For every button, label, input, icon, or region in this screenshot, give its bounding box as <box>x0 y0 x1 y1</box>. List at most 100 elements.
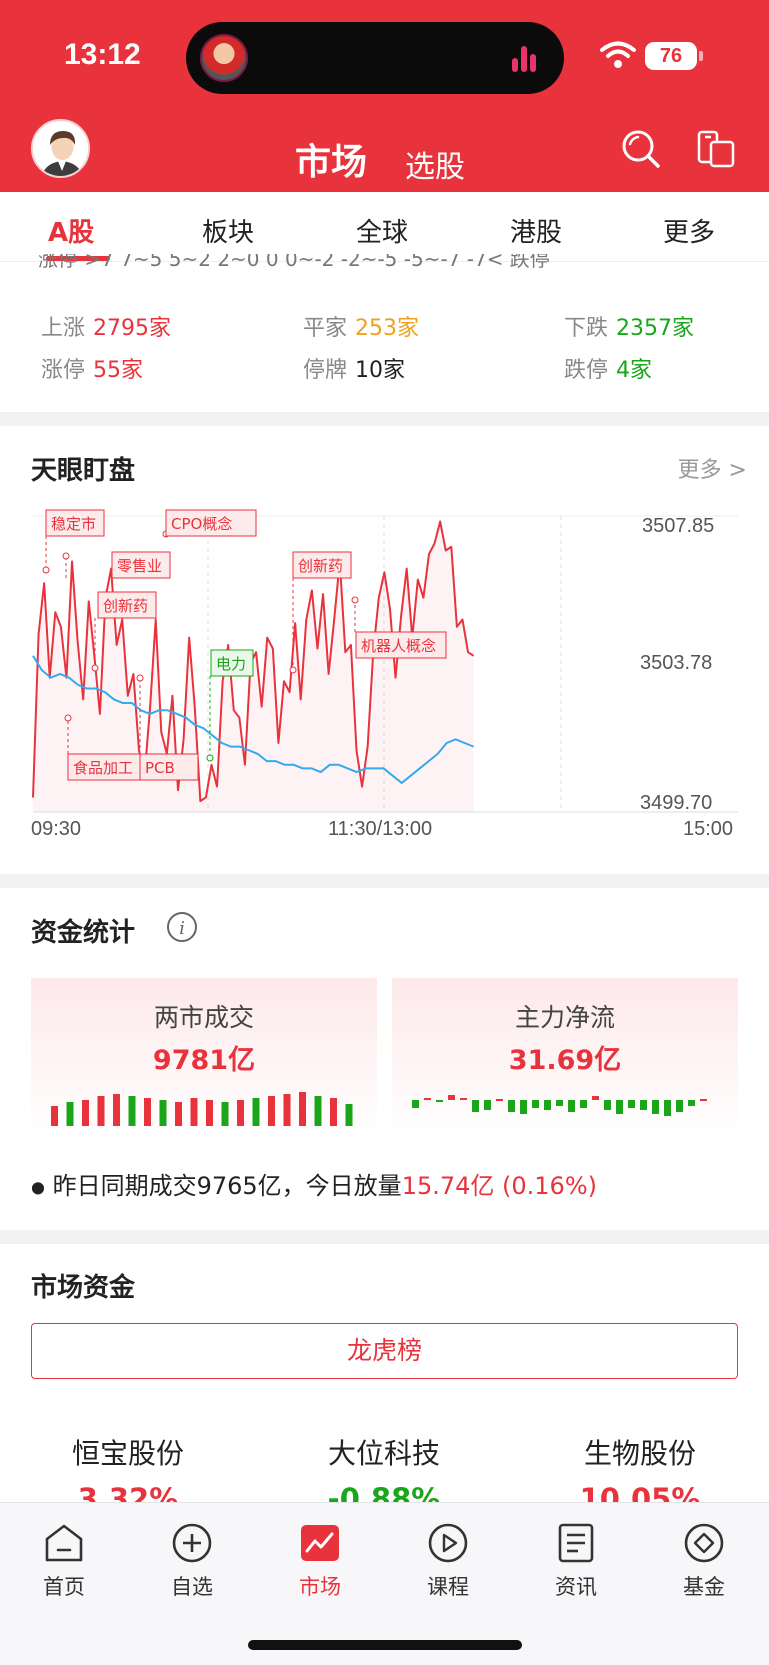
stat-limit-up: 涨停 55家 <box>41 358 144 383</box>
event-tag-dot <box>136 674 144 682</box>
stock-picker-tab[interactable]: 选股 <box>405 142 465 186</box>
y-tick-bottom: 3499.70 <box>640 792 713 814</box>
x-tick-open: 09:30 <box>31 818 82 840</box>
turnover-bar <box>128 1096 136 1126</box>
net-flow-bar <box>700 1099 707 1101</box>
info-icon[interactable]: i <box>166 911 198 943</box>
net-flow-bar <box>664 1100 671 1116</box>
nav-courses[interactable]: 课程 <box>398 1521 498 1601</box>
tab-a-share[interactable]: A股 <box>48 212 94 249</box>
fund-diamond-icon <box>684 1523 724 1563</box>
battery-tip <box>699 51 703 61</box>
add-circle-icon <box>172 1523 212 1563</box>
event-tag-label: 机器人概念 <box>361 637 436 655</box>
event-tag-label: 稳定市 <box>51 515 96 533</box>
turnover-bar <box>345 1104 353 1126</box>
wifi-icon <box>600 41 636 68</box>
svg-text:i: i <box>179 918 185 939</box>
distribution-labels: 涨停 >7 7~5 5~2 2~0 0 0~-2 -2~-5 -5~-7 -7<… <box>38 254 550 271</box>
turnover-box[interactable]: 两市成交 9781亿 <box>31 978 377 1138</box>
net-flow-bar <box>628 1100 635 1108</box>
home-icon <box>45 1524 83 1562</box>
turnover-bar <box>51 1106 58 1126</box>
net-flow-bar <box>496 1099 503 1101</box>
news-icon <box>558 1523 594 1563</box>
search-icon[interactable] <box>620 128 662 170</box>
y-tick-top: 3507.85 <box>642 515 715 537</box>
tab-global[interactable]: 全球 <box>356 212 408 249</box>
turnover-bar <box>66 1102 74 1126</box>
net-flow-box[interactable]: 主力净流 31.69亿 <box>392 978 738 1138</box>
bullet: ● <box>31 1177 45 1197</box>
switch-device-icon[interactable] <box>695 128 737 170</box>
net-flow-label: 主力净流 <box>514 1003 615 1032</box>
turnover-bar <box>299 1092 306 1126</box>
turnover-bar <box>314 1096 322 1126</box>
dragon-tiger-list-button[interactable]: 龙虎榜 <box>31 1323 738 1379</box>
event-tag-label: PCB <box>145 759 175 777</box>
tab-sector[interactable]: 板块 <box>202 212 254 249</box>
user-avatar[interactable] <box>31 119 90 178</box>
turnover-bar <box>190 1098 198 1126</box>
status-time: 13:12 <box>64 38 141 71</box>
event-tag-label: 电力 <box>216 655 246 673</box>
turnover-bar <box>113 1094 120 1126</box>
market-chart-icon <box>301 1525 339 1561</box>
nav-fund[interactable]: 基金 <box>654 1521 754 1601</box>
monitor-more-link[interactable]: 更多 > <box>678 452 747 484</box>
net-flow-bar <box>436 1100 443 1102</box>
net-flow-bar <box>424 1098 431 1100</box>
net-flow-bar <box>604 1100 611 1110</box>
tab-more[interactable]: 更多 <box>663 212 715 249</box>
battery-indicator: 76 <box>645 42 697 70</box>
turnover-value: 9781亿 <box>152 1045 256 1076</box>
event-tag-label: 创新药 <box>103 597 148 615</box>
market-funds-title: 市场资金 <box>31 1273 136 1303</box>
net-flow-bar <box>484 1100 491 1110</box>
turnover-bar <box>97 1096 105 1126</box>
turnover-bar <box>283 1094 291 1126</box>
turnover-bar <box>175 1102 182 1126</box>
net-flow-bar <box>544 1100 551 1110</box>
nav-home[interactable]: 首页 <box>14 1521 114 1601</box>
audio-bars-icon <box>512 44 542 72</box>
stock-name: 大位科技 <box>327 1437 440 1470</box>
monitor-title: 天眼盯盘 <box>31 456 136 486</box>
net-flow-bar <box>688 1100 695 1106</box>
net-flow-value: 31.69亿 <box>508 1045 622 1076</box>
turnover-bar <box>82 1100 89 1126</box>
turnover-label: 两市成交 <box>153 1003 254 1032</box>
page-title: 市场 <box>295 142 368 183</box>
tab-hk[interactable]: 港股 <box>510 212 562 249</box>
stat-up: 上涨 2795家 <box>41 316 172 341</box>
net-flow-bar <box>508 1100 515 1112</box>
nav-news[interactable]: 资讯 <box>526 1521 626 1601</box>
funds-title: 资金统计 <box>31 918 136 948</box>
net-flow-bar <box>520 1100 527 1114</box>
stat-suspended: 停牌 10家 <box>303 358 406 383</box>
turnover-bar <box>268 1096 275 1126</box>
event-tag-label: 零售业 <box>117 557 162 575</box>
net-flow-bar <box>616 1100 623 1114</box>
turnover-bar <box>221 1102 229 1126</box>
net-flow-bar <box>580 1100 587 1108</box>
y-tick-mid: 3503.78 <box>640 652 713 674</box>
net-flow-bar <box>460 1098 467 1100</box>
net-flow-bar <box>412 1100 419 1108</box>
turnover-bar <box>252 1098 260 1126</box>
turnover-bar <box>330 1098 337 1126</box>
net-flow-bar <box>448 1095 455 1100</box>
volume-note: ● 昨日同期成交9765亿，今日放量15.74亿 (0.16%) <box>31 1172 597 1200</box>
nav-watchlist[interactable]: 自选 <box>142 1521 242 1601</box>
net-flow-bar <box>556 1100 563 1106</box>
event-tag-dot <box>64 714 72 722</box>
event-tag-dot <box>91 664 99 672</box>
nav-market[interactable]: 市场 <box>270 1521 370 1601</box>
net-flow-bar <box>532 1100 539 1108</box>
live-activity-avatar <box>200 34 248 82</box>
event-tag-dot <box>351 596 359 604</box>
net-flow-bar <box>640 1100 647 1110</box>
net-flow-bars <box>412 1095 707 1116</box>
x-tick-close: 15:00 <box>683 818 734 840</box>
play-circle-icon <box>428 1523 468 1563</box>
